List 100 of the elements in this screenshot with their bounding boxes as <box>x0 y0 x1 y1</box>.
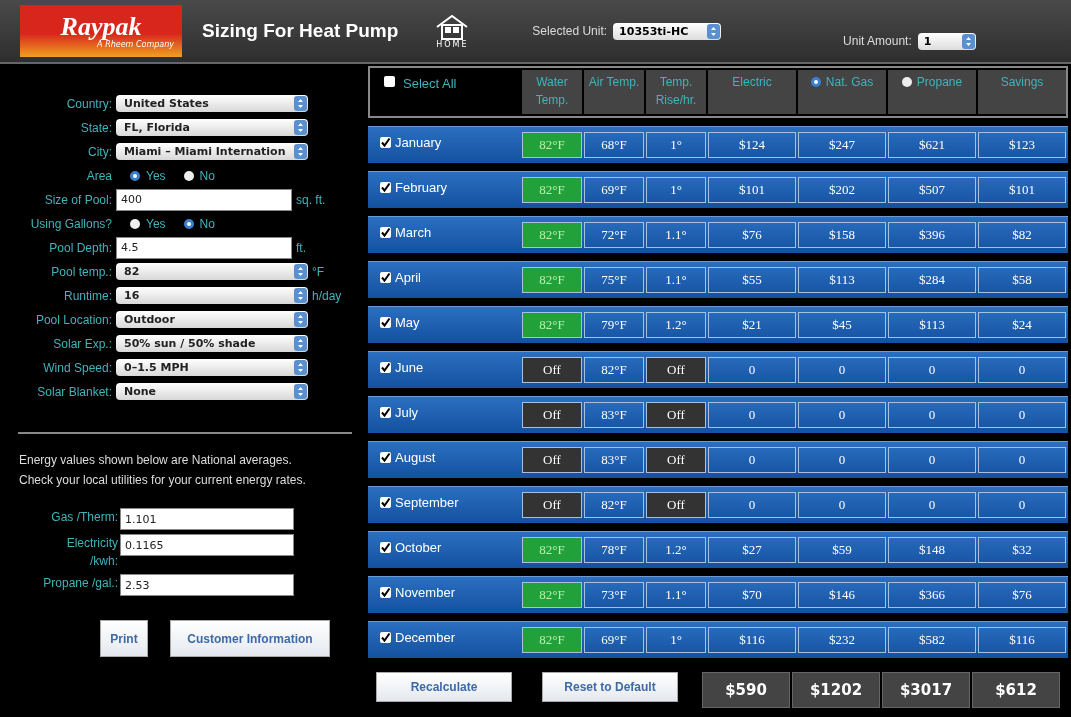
dropdown[interactable]: 50% sun / 50% shade <box>116 335 308 352</box>
unit-amount-label: Unit Amount: <box>843 34 912 48</box>
month-checkbox[interactable]: April <box>368 270 520 285</box>
field-label: Pool Location: <box>34 312 113 327</box>
unit-label: sq. ft. <box>296 192 326 207</box>
stepper-arrows-icon <box>961 33 975 49</box>
total-cell: $612 <box>972 672 1060 708</box>
action-button[interactable]: Reset to Default <box>542 672 678 702</box>
dropdown[interactable]: 0–1.5 MPH <box>116 359 308 376</box>
dropdown[interactable]: None <box>116 383 308 400</box>
table-cell: 0 <box>798 402 886 428</box>
input-field[interactable]: 2.53 <box>120 574 294 596</box>
total-cell: $590 <box>702 672 790 708</box>
dropdown[interactable]: United States <box>116 95 308 112</box>
table-cell: Off <box>646 402 706 428</box>
field-label: Country: <box>65 96 113 111</box>
table-cell: 82°F <box>584 357 644 383</box>
table-cell: $202 <box>798 177 886 203</box>
check-icon <box>380 542 391 553</box>
table-cell: 0 <box>708 402 796 428</box>
table-cell: $24 <box>978 312 1066 338</box>
house-icon <box>436 14 469 40</box>
column-header: Propane <box>888 70 976 114</box>
table-cell: $158 <box>798 222 886 248</box>
stepper-arrows-icon <box>294 336 307 351</box>
month-checkbox[interactable]: August <box>368 450 520 465</box>
table-cell: 72°F <box>584 222 644 248</box>
month-checkbox[interactable]: November <box>368 585 520 600</box>
input-field[interactable]: 400 <box>116 188 292 211</box>
field-label: Wind Speed: <box>42 360 113 375</box>
table-cell: $76 <box>708 222 796 248</box>
table-cell: 0 <box>978 447 1066 473</box>
radio-option[interactable]: No <box>183 216 215 231</box>
input-field[interactable]: 4.5 <box>116 236 292 259</box>
stepper-arrows-icon <box>294 360 307 375</box>
stepper-arrows-icon <box>294 288 307 303</box>
rate-label: Electricity /kwh: <box>65 535 119 570</box>
column-header: Savings <box>978 70 1066 114</box>
table-cell: 1° <box>646 627 706 653</box>
table-cell: 82°F <box>522 582 582 608</box>
table-cell: $27 <box>708 537 796 563</box>
table-cell: 1° <box>646 132 706 158</box>
table-cell: 1.2° <box>646 537 706 563</box>
action-button[interactable]: Print <box>100 620 148 657</box>
table-cell: 1.1° <box>646 582 706 608</box>
month-checkbox[interactable]: June <box>368 360 520 375</box>
table-cell: $113 <box>798 267 886 293</box>
radio-option[interactable]: Yes <box>130 216 166 231</box>
action-button[interactable]: Recalculate <box>376 672 512 702</box>
table-cell: $113 <box>888 312 976 338</box>
stepper-arrows-icon <box>294 120 307 135</box>
month-checkbox[interactable]: December <box>368 630 520 645</box>
table-cell: 0 <box>798 492 886 518</box>
check-icon <box>380 137 391 148</box>
input-field[interactable]: 0.1165 <box>120 534 294 556</box>
table-cell: 0 <box>888 492 976 518</box>
radio-option[interactable]: Yes <box>130 168 166 183</box>
field-label: Solar Exp.: <box>52 336 113 351</box>
unit-amount-select[interactable]: 1 <box>917 32 976 50</box>
dropdown[interactable]: Miami – Miami Internation <box>116 143 308 160</box>
stepper-arrows-icon <box>294 264 307 279</box>
unit-select[interactable]: 10353ti-HC <box>613 22 722 40</box>
field-label: City: <box>87 144 113 159</box>
table-cell: 0 <box>798 357 886 383</box>
table-cell: $21 <box>708 312 796 338</box>
table-cell: $116 <box>978 627 1066 653</box>
stepper-arrows-icon <box>294 312 307 327</box>
unit-label: °F <box>312 264 325 279</box>
radio-option[interactable]: No <box>183 168 215 183</box>
total-cell: $3017 <box>882 672 970 708</box>
month-checkbox[interactable]: March <box>368 225 520 240</box>
month-checkbox[interactable]: January <box>368 135 520 150</box>
month-checkbox[interactable]: May <box>368 315 520 330</box>
select-all-checkbox[interactable]: Select All <box>372 70 520 114</box>
table-cell: $232 <box>798 627 886 653</box>
input-field[interactable]: 1.101 <box>120 508 294 530</box>
field-label: Size of Pool: <box>43 192 113 207</box>
table-cell: $366 <box>888 582 976 608</box>
dropdown[interactable]: 82 <box>116 263 308 280</box>
table-cell: 78°F <box>584 537 644 563</box>
dropdown[interactable]: 16 <box>116 287 308 304</box>
action-button[interactable]: Customer Information <box>170 620 330 657</box>
table-cell: 0 <box>978 402 1066 428</box>
stepper-arrows-icon <box>294 96 307 111</box>
table-cell: 0 <box>708 357 796 383</box>
dropdown[interactable]: FL, Florida <box>116 119 308 136</box>
month-checkbox[interactable]: February <box>368 180 520 195</box>
table-cell: $621 <box>888 132 976 158</box>
table-cell: $32 <box>978 537 1066 563</box>
stepper-arrows-icon <box>294 144 307 159</box>
table-cell: 1.1° <box>646 222 706 248</box>
table-cell: $284 <box>888 267 976 293</box>
selected-unit-label: Selected Unit: <box>532 24 608 38</box>
month-checkbox[interactable]: October <box>368 540 520 555</box>
month-checkbox[interactable]: July <box>368 405 520 420</box>
home-button[interactable]: HOME <box>434 13 471 49</box>
table-cell: 83°F <box>584 447 644 473</box>
dropdown[interactable]: Outdoor <box>116 311 308 328</box>
month-checkbox[interactable]: September <box>368 495 520 510</box>
check-icon <box>380 587 391 598</box>
